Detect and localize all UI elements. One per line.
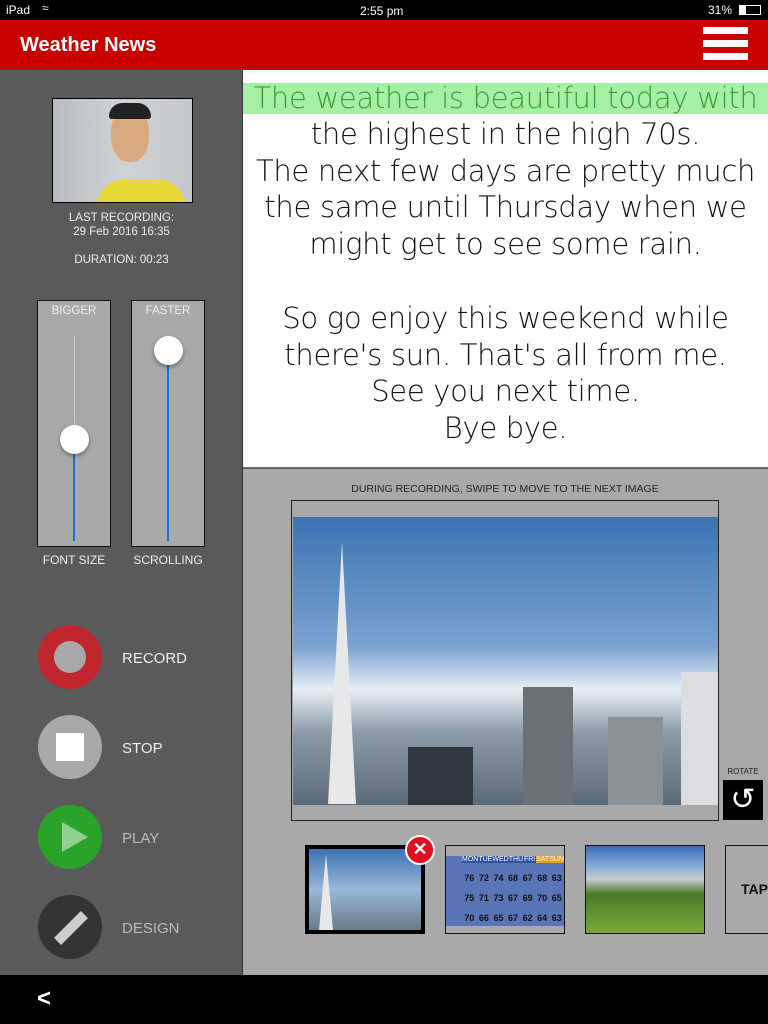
script-line: See you next time. <box>371 374 640 409</box>
forecast-temp: 71 <box>478 893 489 903</box>
script-line: Bye bye. <box>443 411 568 446</box>
design-button[interactable] <box>38 895 102 959</box>
video-thumbnail[interactable] <box>52 98 193 203</box>
forecast-temp: 65 <box>493 913 504 923</box>
last-recording-label: LAST RECORDING: <box>68 212 175 224</box>
script-line: The next few days are pretty much <box>255 153 756 188</box>
design-label[interactable]: DESIGN <box>122 920 180 937</box>
rotate-button[interactable]: ↺ <box>723 780 763 820</box>
last-recording-date: 29 Feb 2016 16:35 <box>73 226 170 238</box>
forecast-day: SUN <box>549 856 564 863</box>
slider-thumb[interactable] <box>154 336 183 366</box>
record-label[interactable]: RECORD <box>122 650 187 667</box>
slider-top-label: BIGGER <box>51 305 97 317</box>
forecast-temp: 75 <box>464 893 475 903</box>
forecast-day: WED <box>492 856 509 863</box>
clock: 2:55 pm <box>360 4 404 18</box>
forecast-temp: 62 <box>522 913 533 923</box>
script-line: the highest in the high 70s. <box>310 116 701 151</box>
forecast-temp: 66 <box>478 913 489 923</box>
play-icon <box>62 822 88 852</box>
battery-percent: 31% <box>708 3 733 17</box>
forecast-temp: 76 <box>464 873 475 883</box>
scrolling-speed-slider[interactable]: FASTER <box>131 300 205 547</box>
forecast-temp: 73 <box>493 893 504 903</box>
battery-icon <box>739 5 761 15</box>
forecast-day: FRI <box>523 856 536 863</box>
swipe-hint: DURING RECORDING, SWIPE TO MOVE TO THE N… <box>351 483 659 495</box>
close-icon: ✕ <box>412 839 428 859</box>
forecast-temp: 67 <box>508 893 519 903</box>
forecast-temp: 63 <box>551 913 562 923</box>
current-image[interactable] <box>291 500 719 821</box>
play-label[interactable]: PLAY <box>122 830 159 847</box>
script-line: there's sun. That's all from me. <box>284 337 727 372</box>
slider-thumb[interactable] <box>60 424 89 454</box>
stop-label[interactable]: STOP <box>122 740 163 757</box>
forecast-temp: 70 <box>464 913 475 923</box>
slider-top-label: FASTER <box>145 305 191 317</box>
font-size-label: FONT SIZE <box>42 553 106 567</box>
forecast-temp: 65 <box>551 893 562 903</box>
delete-image-button[interactable]: ✕ <box>405 835 435 865</box>
forecast-temp: 70 <box>537 893 548 903</box>
device-label: iPad <box>6 3 31 17</box>
forecast-day: TUE <box>478 856 493 863</box>
record-icon <box>54 641 86 673</box>
status-bar: iPad ≈ 2:55 pm 31% <box>0 0 768 20</box>
forecast-temp: 64 <box>537 913 548 923</box>
stop-icon <box>56 733 84 761</box>
add-image-button[interactable]: TAP <box>725 845 768 934</box>
forecast-temp: 63 <box>551 873 562 883</box>
forecast-temp: 67 <box>522 873 533 883</box>
forecast-temp: 72 <box>478 873 489 883</box>
image-thumbnail-forecast[interactable]: MON TUE WED THU FRI SAT SUN 76 72 74 68 67 68 63 75 71 7… <box>445 845 565 934</box>
scrolling-label: SCROLLING <box>133 553 203 567</box>
script-line: might get to see some rain. <box>309 227 702 262</box>
back-button[interactable]: < <box>37 985 51 1013</box>
forecast-day: MON <box>462 856 479 863</box>
forecast-day: SAT <box>536 856 550 863</box>
rotate-icon: ↺ <box>730 783 756 816</box>
forecast-temp: 74 <box>493 873 504 883</box>
font-size-slider[interactable]: BIGGER <box>37 300 111 547</box>
image-thumbnail-park[interactable] <box>585 845 705 934</box>
script-line: So go enjoy this weekend while <box>282 300 729 335</box>
forecast-temp: 68 <box>537 873 548 883</box>
play-button[interactable] <box>38 805 102 869</box>
script-line: the same until Thursday when we <box>264 190 747 225</box>
script-line-current: The weather is beautiful today with <box>243 83 768 114</box>
pencil-icon <box>54 911 88 945</box>
record-button[interactable] <box>38 625 102 689</box>
forecast-temp: 68 <box>508 873 519 883</box>
forecast-temp: 69 <box>522 893 533 903</box>
forecast-day: THU <box>508 856 524 863</box>
stop-button[interactable] <box>38 715 102 779</box>
rotate-label: ROTATE <box>727 767 759 776</box>
bottom-bar: < <box>0 975 768 1024</box>
app-header: Weather News <box>0 20 768 70</box>
wifi-icon: ≈ <box>42 1 49 15</box>
app-title: Weather News <box>20 34 157 56</box>
teleprompter-script[interactable]: The weather is beautiful today with the h… <box>243 70 768 468</box>
duration: DURATION: 00:23 <box>74 254 169 266</box>
forecast-temp: 67 <box>508 913 519 923</box>
forecast-days: MON TUE WED THU FRI SAT SUN <box>462 856 564 863</box>
tap-label: TAP <box>741 881 768 897</box>
